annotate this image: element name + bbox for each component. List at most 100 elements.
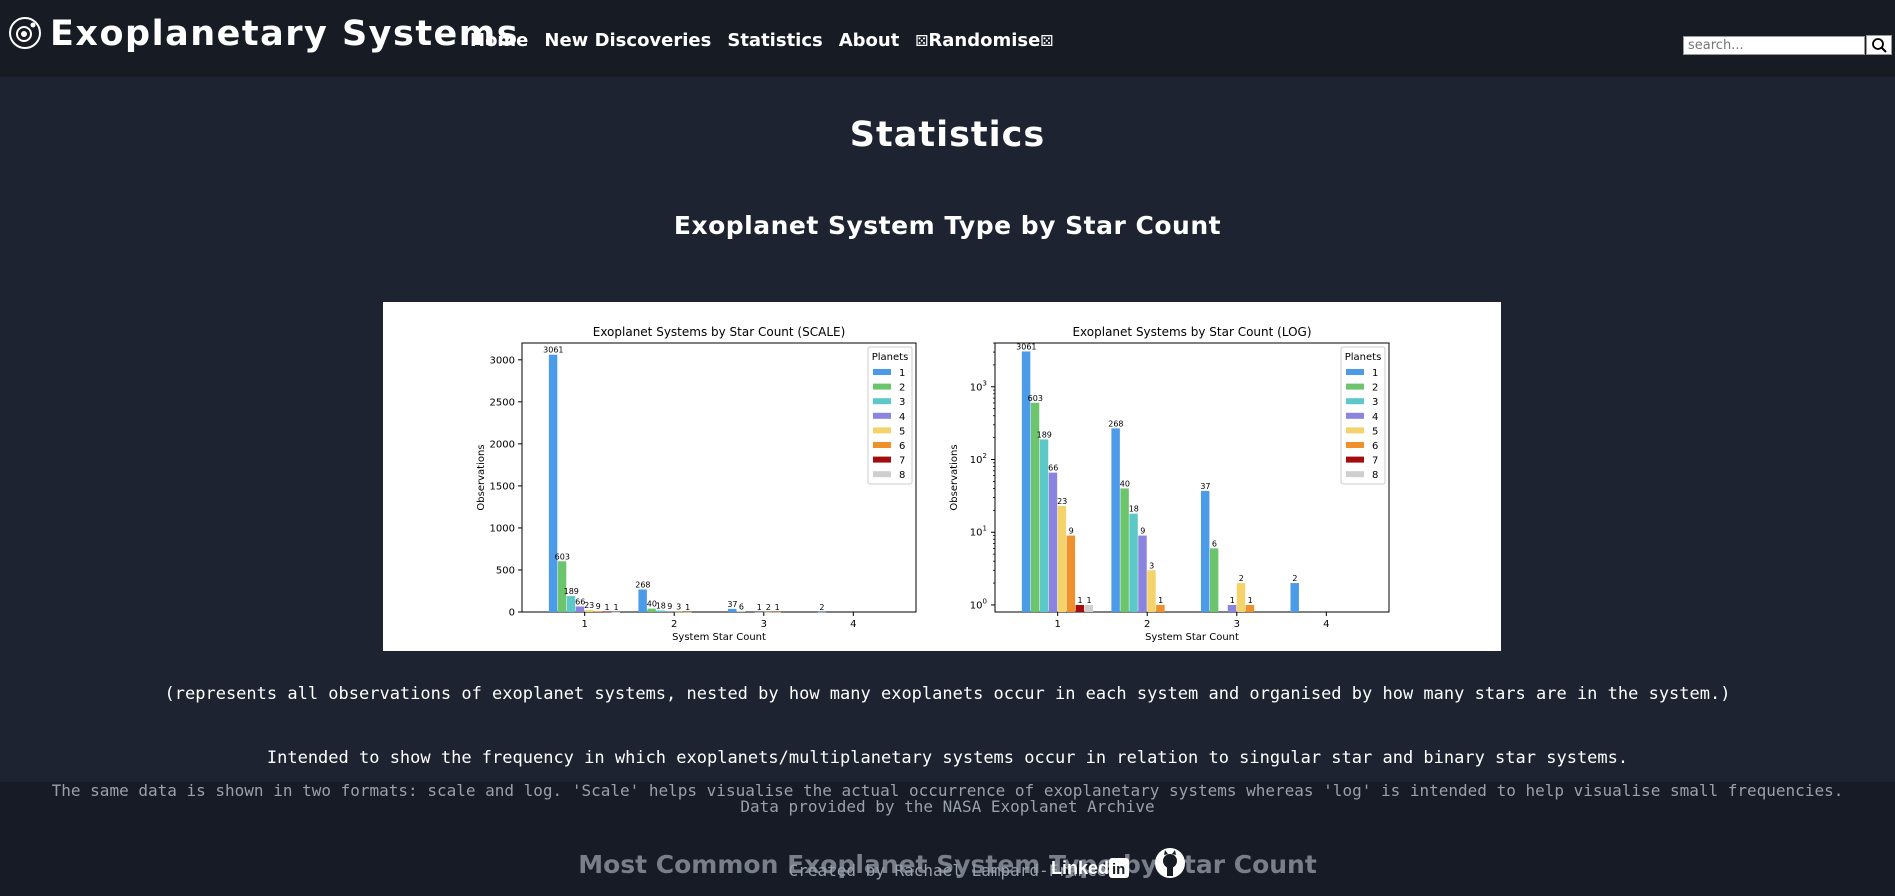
legend-label: 1: [899, 368, 905, 379]
y-tick-label: 2000: [490, 439, 515, 450]
bar-2-cat-3: [1209, 548, 1219, 612]
bar-value-label: 3061: [543, 346, 563, 355]
bar-1-cat-2: [638, 589, 647, 612]
x-tick-label: 4: [850, 619, 856, 630]
x-tick-label: 3: [1234, 619, 1240, 630]
bar-value-label: 23: [1057, 497, 1067, 506]
bar-value-label: 40: [1120, 479, 1130, 488]
bar-6-cat-2: [683, 611, 692, 613]
x-tick-label: 2: [671, 619, 677, 630]
legend-swatch: [1346, 412, 1364, 419]
y-tick-label: 103: [970, 379, 987, 393]
legend-swatch: [873, 369, 891, 375]
chart-image: Exoplanet Systems by Star Count (SCALE) S…: [383, 302, 1501, 651]
bar-6-cat-1: [593, 611, 603, 612]
bar-7-cat-1: [1075, 604, 1085, 612]
legend-label: 4: [1372, 412, 1378, 423]
randomise-label: Randomise: [928, 30, 1041, 51]
legend-label: 6: [1372, 441, 1378, 452]
bar-value-label: 2: [819, 603, 824, 612]
search-input[interactable]: [1683, 36, 1865, 55]
credit-text: Created by Rachael Lampard-France: [788, 861, 1107, 880]
legend-title: Planets: [872, 352, 909, 363]
bar-value-label: 3: [676, 603, 681, 612]
bar-value-label: 1: [1158, 596, 1163, 605]
bar-value-label: 189: [1037, 430, 1052, 439]
bar-1-cat-3: [727, 608, 737, 612]
bar-value-label: 603: [1028, 394, 1043, 403]
y-tick-label: 3000: [490, 355, 515, 366]
x-tick-label: 4: [1323, 619, 1329, 630]
top-navigation-bar: Exoplanetary Systems Home New Discoverie…: [0, 0, 1895, 77]
x-tick-label: 1: [1054, 619, 1060, 630]
bar-8-cat-1: [611, 611, 620, 613]
github-icon[interactable]: [1153, 846, 1187, 880]
bar-5-cat-2: [674, 611, 683, 613]
bar-value-label: 268: [635, 580, 650, 589]
legend-swatch: [1346, 369, 1364, 375]
y-tick-label: 500: [496, 565, 515, 576]
legend-swatch: [873, 471, 891, 478]
bar-value-label: 37: [727, 600, 737, 609]
chart-title: Exoplanet Systems by Star Count (SCALE): [593, 325, 846, 339]
bar-6-cat-3: [1245, 604, 1255, 612]
bar-value-label: 3061: [1016, 342, 1036, 351]
dice-icon: ⚄: [1040, 32, 1054, 50]
planet-logo-icon[interactable]: [8, 16, 42, 50]
bar-4-cat-1: [575, 606, 585, 612]
bar-4-cat-2: [1138, 535, 1147, 612]
bar-value-label: 268: [1108, 419, 1123, 428]
legend-swatch: [1346, 383, 1364, 390]
bar-5-cat-3: [1236, 583, 1246, 612]
legend-swatch: [873, 442, 891, 448]
bar-1-cat-4: [1290, 583, 1299, 612]
bar-3-cat-2: [1129, 513, 1138, 612]
bar-4-cat-3: [1227, 604, 1237, 612]
linkedin-icon[interactable]: Linked in: [1051, 856, 1135, 880]
legend-title: Planets: [1345, 352, 1382, 363]
bar-value-label: 603: [555, 552, 570, 561]
search-button[interactable]: [1866, 35, 1892, 55]
bar-value-label: 2: [1292, 574, 1297, 583]
bar-value-label: 1: [685, 603, 690, 612]
nav-statistics[interactable]: Statistics: [727, 30, 822, 51]
legend-label: 6: [899, 441, 905, 452]
bar-2-cat-3: [736, 611, 746, 612]
bar-1-cat-4: [817, 611, 826, 613]
bar-value-label: 1: [757, 603, 762, 612]
legend-label: 8: [1372, 470, 1378, 481]
site-title[interactable]: Exoplanetary Systems: [50, 14, 519, 54]
bar-5-cat-1: [1057, 505, 1067, 612]
legend-label: 7: [1372, 456, 1378, 467]
legend-label: 2: [1372, 383, 1378, 394]
y-tick-label: 101: [970, 525, 987, 539]
bar-value-label: 9: [1140, 527, 1145, 536]
nav-new-discoveries[interactable]: New Discoveries: [544, 30, 711, 51]
x-axis-label: System Star Count: [672, 632, 766, 643]
legend-swatch: [1346, 427, 1364, 434]
legend-swatch: [873, 427, 891, 434]
bar-value-label: 3: [1149, 561, 1154, 570]
section-title: Exoplanet System Type by Star Count: [673, 211, 1222, 240]
nav-about[interactable]: About: [839, 30, 900, 51]
bar-value-label: 9: [1069, 527, 1074, 536]
bar-value-label: 2: [1239, 574, 1244, 583]
bar-5-cat-2: [1147, 570, 1156, 612]
y-tick-label: 1500: [490, 481, 515, 492]
nav-randomise[interactable]: ⚄Randomise⚄: [915, 30, 1053, 51]
legend-label: 1: [1372, 368, 1378, 379]
bar-value-label: 9: [667, 602, 672, 611]
bar-1-cat-2: [1111, 428, 1120, 612]
bar-value-label: 18: [1129, 505, 1139, 514]
chart-title: Exoplanet Systems by Star Count (LOG): [1072, 325, 1311, 339]
nav-home[interactable]: Home: [470, 30, 528, 51]
x-axis-label: System Star Count: [1145, 632, 1239, 643]
bar-6-cat-3: [772, 611, 782, 613]
bar-value-label: 37: [1200, 482, 1210, 491]
legend-swatch: [873, 398, 891, 405]
bar-value-label: 189: [564, 587, 579, 596]
search-icon: [1872, 38, 1887, 53]
charts-svg: Exoplanet Systems by Star Count (SCALE) S…: [476, 325, 1390, 643]
plot-frame: [521, 342, 917, 613]
x-tick-label: 2: [1144, 619, 1150, 630]
